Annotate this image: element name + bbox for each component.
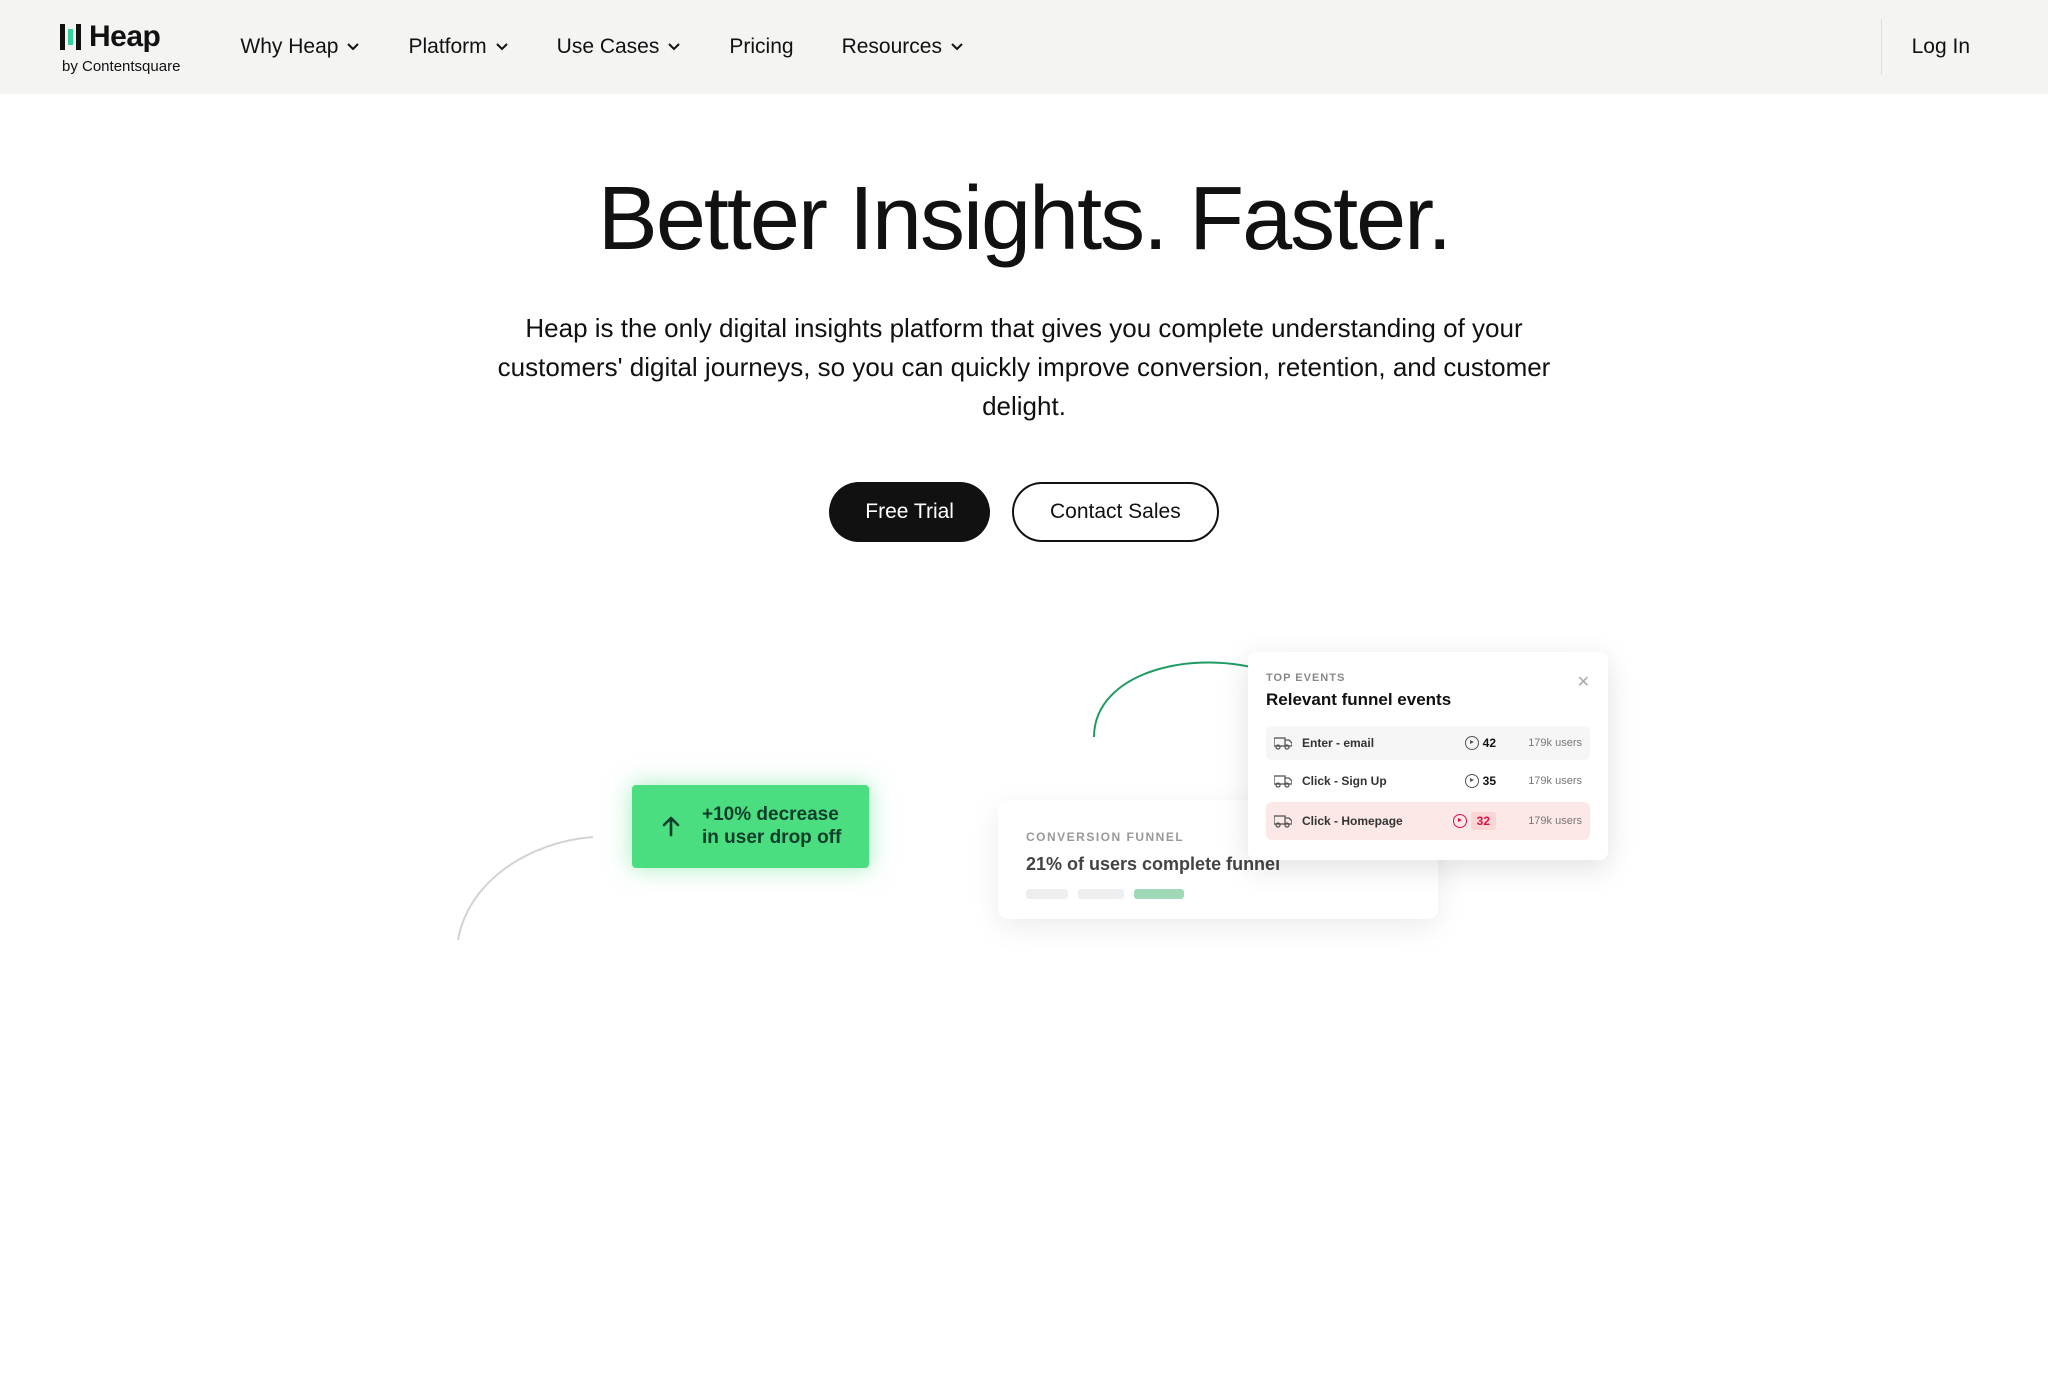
hero-illustration: +10% decrease in user drop off CONVERSIO… [394,622,1654,942]
event-row[interactable]: Click - Homepage 32 179k users [1266,802,1590,840]
event-name: Enter - email [1302,736,1465,750]
event-count: 32 [1471,812,1496,830]
event-users: 179k users [1520,737,1582,749]
nav-item-label: Use Cases [557,35,660,59]
play-icon [1465,736,1479,750]
nav-platform[interactable]: Platform [408,35,508,59]
hero-section: Better Insights. Faster. Heap is the onl… [0,94,2048,582]
events-label: TOP EVENTS [1266,672,1451,684]
hero-subtitle: Heap is the only digital insights platfo… [484,309,1564,426]
play-icon [1453,814,1467,828]
hero-title: Better Insights. Faster. [60,172,1988,267]
nav-item-label: Resources [842,35,942,59]
badge-line2: in user drop off [702,826,841,850]
decorative-curve-left [448,832,598,942]
event-users: 179k users [1520,815,1582,827]
nav-item-label: Why Heap [240,35,338,59]
truck-icon [1274,736,1292,750]
event-row[interactable]: Click - Sign Up 35 179k users [1266,764,1590,798]
logo-icon [60,24,81,50]
site-header: Heap by Contentsquare Why Heap Platform … [0,0,2048,94]
arrow-up-icon [660,815,682,837]
chevron-down-icon [495,40,509,54]
event-name: Click - Homepage [1302,814,1453,828]
truck-icon [1274,774,1292,788]
logo[interactable]: Heap by Contentsquare [60,20,180,75]
truck-icon [1274,814,1292,828]
events-title: Relevant funnel events [1266,690,1451,710]
nav-pricing[interactable]: Pricing [729,35,793,59]
logo-byline: by Contentsquare [62,58,180,75]
chevron-down-icon [667,40,681,54]
contact-sales-button[interactable]: Contact Sales [1012,482,1219,542]
badge-line1: +10% decrease [702,803,841,827]
chevron-down-icon [346,40,360,54]
funnel-progress-bars [1026,889,1410,899]
free-trial-button[interactable]: Free Trial [829,482,990,542]
event-row[interactable]: Enter - email 42 179k users [1266,726,1590,760]
chevron-down-icon [950,40,964,54]
main-nav: Why Heap Platform Use Cases Pricing Reso… [240,35,1850,59]
nav-item-label: Pricing [729,35,793,59]
nav-why-heap[interactable]: Why Heap [240,35,360,59]
cta-row: Free Trial Contact Sales [60,482,1988,542]
top-events-card: TOP EVENTS Relevant funnel events ✕ Ente… [1248,652,1608,860]
event-users: 179k users [1520,775,1582,787]
nav-resources[interactable]: Resources [842,35,964,59]
play-icon [1465,774,1479,788]
close-icon[interactable]: ✕ [1577,672,1590,692]
login-link[interactable]: Log In [1912,35,1988,59]
nav-item-label: Platform [408,35,486,59]
header-divider [1881,19,1882,75]
event-name: Click - Sign Up [1302,774,1465,788]
event-count: 42 [1483,736,1496,750]
logo-text: Heap [89,20,160,54]
event-count: 35 [1483,774,1496,788]
dropoff-badge: +10% decrease in user drop off [632,785,869,869]
nav-use-cases[interactable]: Use Cases [557,35,682,59]
